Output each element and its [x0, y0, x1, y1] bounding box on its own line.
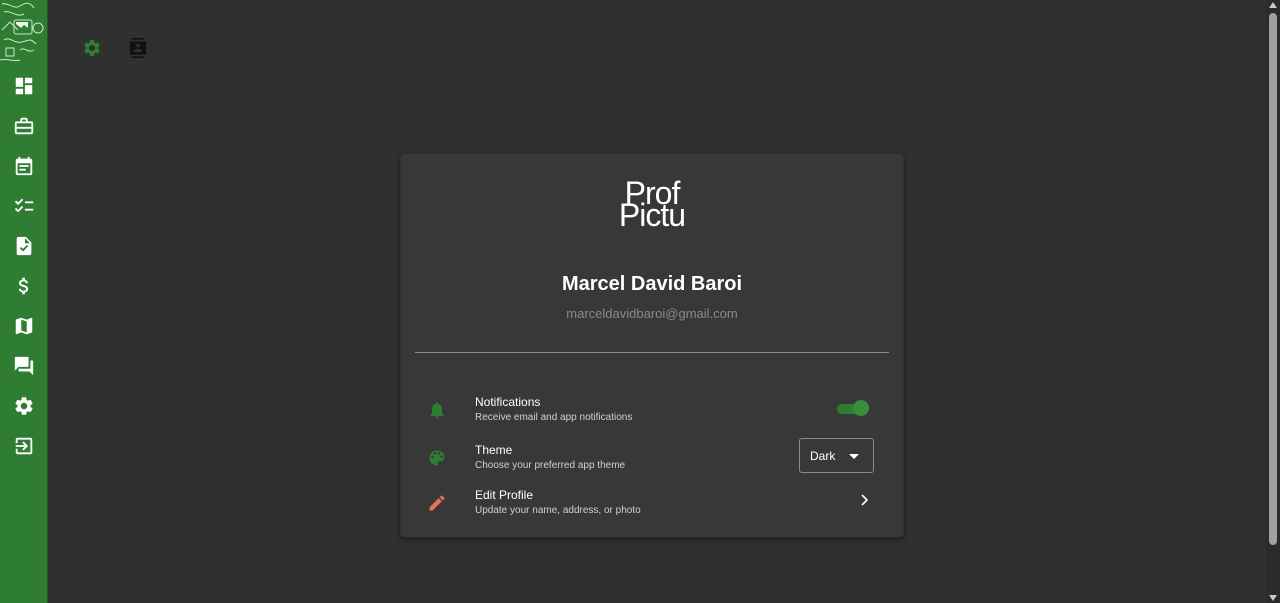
- edit-profile-setting[interactable]: Edit Profile Update your name, address, …: [401, 483, 903, 523]
- profile-picture-alt-line2: Pictu: [618, 197, 686, 233]
- dashboard-icon: [15, 77, 33, 95]
- chat-icon: [14, 356, 34, 376]
- logout-icon: [15, 437, 33, 455]
- checklist-icon: [14, 198, 34, 213]
- map-icon: [15, 317, 33, 335]
- notifications-toggle[interactable]: [837, 399, 869, 419]
- palette-icon: [429, 450, 445, 466]
- notifications-subtitle: Receive email and app notifications: [475, 412, 633, 423]
- toggle-thumb: [853, 400, 869, 416]
- pencil-icon: [429, 495, 445, 511]
- theme-select-value: Dark: [810, 449, 836, 463]
- sidebar-item-jobs[interactable]: [0, 106, 48, 146]
- app-logo[interactable]: [0, 0, 48, 64]
- dollar-icon: [18, 277, 29, 295]
- edit-profile-subtitle: Update your name, address, or photo: [475, 505, 641, 516]
- sidebar: [0, 0, 48, 603]
- sidebar-item-logout[interactable]: [0, 426, 48, 466]
- sidebar-item-dashboard[interactable]: [0, 66, 48, 106]
- topbar-contacts-button[interactable]: [126, 36, 150, 60]
- broken-image-logo: [0, 2, 44, 62]
- profile-card: Prof Pictu Marcel David Baroi marceldavi…: [401, 155, 903, 537]
- sidebar-item-settings[interactable]: [0, 386, 48, 426]
- sidebar-item-documents[interactable]: [0, 226, 48, 266]
- sidebar-item-payments[interactable]: [0, 266, 48, 306]
- briefcase-icon: [14, 117, 34, 135]
- theme-subtitle: Choose your preferred app theme: [475, 460, 626, 471]
- scroll-down-arrow-icon[interactable]: [1269, 595, 1277, 601]
- theme-select[interactable]: Dark: [799, 438, 874, 473]
- scrollbar-thumb[interactable]: [1269, 13, 1277, 545]
- chevron-down-icon: [849, 454, 859, 459]
- scroll-up-arrow-icon[interactable]: [1269, 2, 1277, 8]
- theme-title: Theme: [475, 443, 513, 457]
- document-check-icon: [16, 236, 32, 256]
- bell-icon: [430, 402, 444, 419]
- sidebar-item-tasks[interactable]: [0, 186, 48, 226]
- theme-setting: Theme Choose your preferred app theme Da…: [401, 438, 903, 478]
- topbar-settings-button[interactable]: [80, 36, 104, 60]
- page-scrollbar[interactable]: [1266, 0, 1280, 603]
- profile-name: Marcel David Baroi: [561, 273, 743, 295]
- calendar-icon: [15, 156, 33, 176]
- notifications-setting: Notifications Receive email and app noti…: [401, 390, 903, 430]
- sidebar-item-calendar[interactable]: [0, 146, 48, 186]
- notifications-title: Notifications: [475, 395, 541, 409]
- profile-email: marceldavidbaroi@gmail.com: [566, 306, 738, 321]
- profile-picture[interactable]: Prof Pictu: [401, 177, 903, 233]
- edit-profile-title: Edit Profile: [475, 488, 534, 502]
- sidebar-item-map[interactable]: [0, 306, 48, 346]
- gear-icon: [15, 397, 33, 415]
- divider: [415, 352, 889, 353]
- contact-card-icon: [129, 38, 147, 58]
- gear-icon: [84, 39, 100, 56]
- chevron-right-icon: [861, 494, 869, 506]
- sidebar-item-messages[interactable]: [0, 346, 48, 386]
